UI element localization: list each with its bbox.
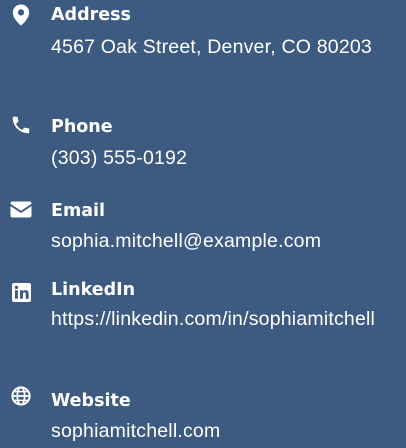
email-label: Email — [51, 201, 105, 221]
website-label: Website — [51, 391, 131, 411]
address-value: 4567 Oak Street, Denver, CO 80203 — [51, 36, 372, 58]
linkedin-label: LinkedIn — [51, 280, 136, 300]
globe-icon — [8, 383, 34, 409]
email-link[interactable]: sophia.mitchell@example.com — [51, 228, 403, 255]
linkedin-link[interactable]: https://linkedin.com/in/sophiamitchell — [51, 306, 403, 333]
address-label: Address — [51, 5, 131, 25]
phone-link[interactable]: (303) 555-0192 — [51, 145, 403, 172]
linkedin-icon — [8, 279, 34, 305]
contact-info-list: Address 4567 Oak Street, Denver, CO 8020… — [0, 0, 406, 448]
website-link[interactable]: sophiamitchell.com — [51, 418, 403, 445]
envelope-icon — [8, 196, 34, 222]
phone-label: Phone — [51, 117, 113, 137]
map-pin-icon — [8, 2, 34, 28]
phone-icon — [8, 112, 34, 138]
